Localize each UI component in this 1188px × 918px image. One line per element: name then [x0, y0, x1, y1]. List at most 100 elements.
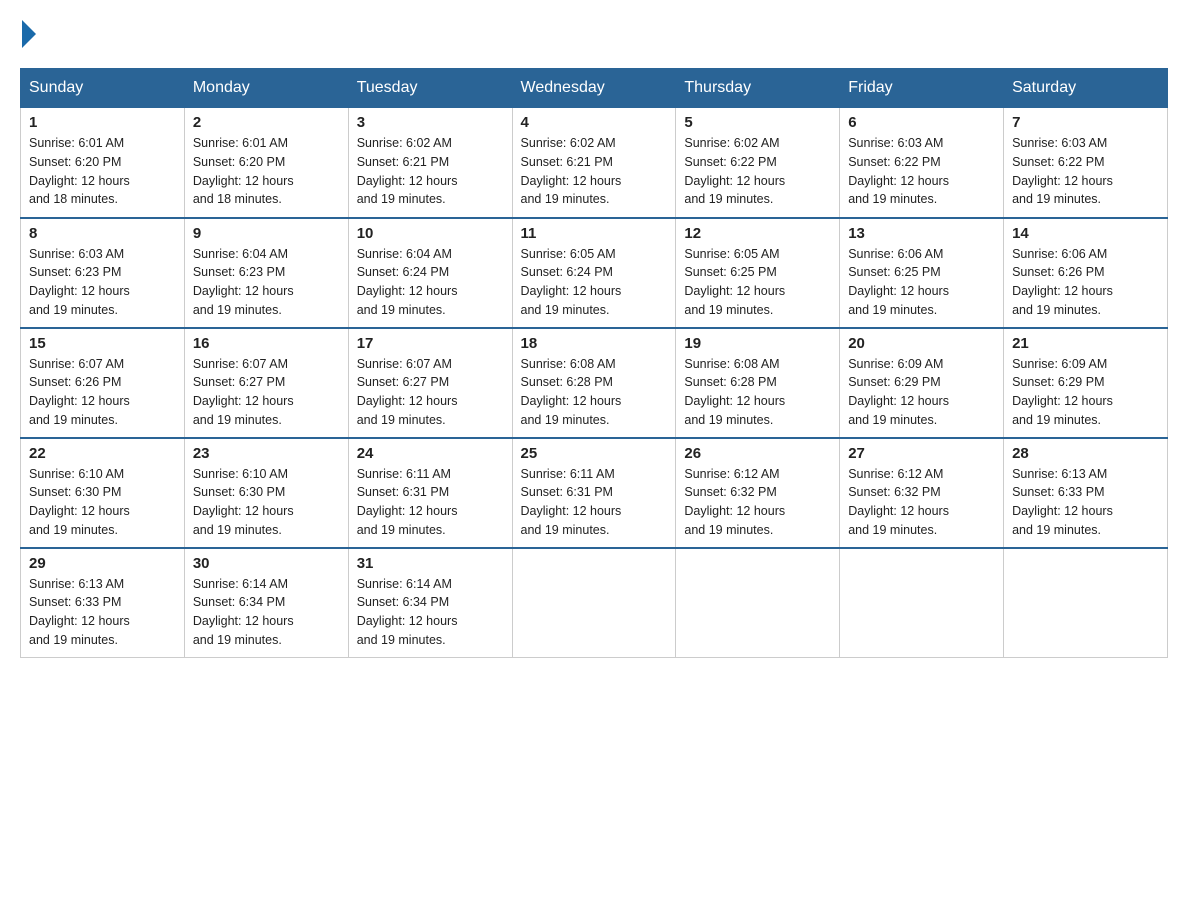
- day-info: Sunrise: 6:14 AMSunset: 6:34 PMDaylight:…: [357, 575, 504, 650]
- calendar-week-row: 8Sunrise: 6:03 AMSunset: 6:23 PMDaylight…: [21, 218, 1168, 328]
- day-number: 20: [848, 335, 995, 352]
- calendar-header-thursday: Thursday: [676, 69, 840, 108]
- day-number: 17: [357, 335, 504, 352]
- calendar-header-saturday: Saturday: [1004, 69, 1168, 108]
- calendar-cell: 14 Sunrise: 6:06 AMSunset: 6:26 PMDayligh…: [1004, 218, 1168, 328]
- day-info: Sunrise: 6:05 AMSunset: 6:25 PMDaylight:…: [684, 245, 831, 320]
- calendar-cell: 15 Sunrise: 6:07 AMSunset: 6:26 PMDayligh…: [21, 328, 185, 438]
- day-info: Sunrise: 6:14 AMSunset: 6:34 PMDaylight:…: [193, 575, 340, 650]
- calendar-cell: 4 Sunrise: 6:02 AMSunset: 6:21 PMDaylight…: [512, 108, 676, 218]
- page-header: [20, 20, 1168, 48]
- day-number: 11: [521, 225, 668, 242]
- day-number: 7: [1012, 114, 1159, 131]
- day-number: 24: [357, 445, 504, 462]
- calendar-cell: 23 Sunrise: 6:10 AMSunset: 6:30 PMDayligh…: [184, 438, 348, 548]
- day-number: 10: [357, 225, 504, 242]
- day-info: Sunrise: 6:01 AMSunset: 6:20 PMDaylight:…: [193, 134, 340, 209]
- calendar-cell: 18Sunrise: 6:08 AMSunset: 6:28 PMDayligh…: [512, 328, 676, 438]
- calendar-cell: 17 Sunrise: 6:07 AMSunset: 6:27 PMDayligh…: [348, 328, 512, 438]
- day-info: Sunrise: 6:02 AMSunset: 6:22 PMDaylight:…: [684, 134, 831, 209]
- calendar-header-friday: Friday: [840, 69, 1004, 108]
- day-number: 19: [684, 335, 831, 352]
- day-info: Sunrise: 6:02 AMSunset: 6:21 PMDaylight:…: [521, 134, 668, 209]
- calendar-cell: 7 Sunrise: 6:03 AMSunset: 6:22 PMDaylight…: [1004, 108, 1168, 218]
- day-info: Sunrise: 6:12 AMSunset: 6:32 PMDaylight:…: [848, 465, 995, 540]
- day-info: Sunrise: 6:02 AMSunset: 6:21 PMDaylight:…: [357, 134, 504, 209]
- calendar-header-tuesday: Tuesday: [348, 69, 512, 108]
- day-number: 4: [521, 114, 668, 131]
- day-number: 13: [848, 225, 995, 242]
- day-info: Sunrise: 6:07 AMSunset: 6:27 PMDaylight:…: [357, 355, 504, 430]
- logo: [20, 20, 38, 48]
- calendar-cell: 19 Sunrise: 6:08 AMSunset: 6:28 PMDayligh…: [676, 328, 840, 438]
- calendar-cell: [512, 548, 676, 658]
- day-number: 14: [1012, 225, 1159, 242]
- calendar-cell: [676, 548, 840, 658]
- day-info: Sunrise: 6:01 AMSunset: 6:20 PMDaylight:…: [29, 134, 176, 209]
- day-number: 22: [29, 445, 176, 462]
- calendar-cell: 5 Sunrise: 6:02 AMSunset: 6:22 PMDaylight…: [676, 108, 840, 218]
- calendar-header-sunday: Sunday: [21, 69, 185, 108]
- day-info: Sunrise: 6:04 AMSunset: 6:23 PMDaylight:…: [193, 245, 340, 320]
- calendar-cell: 13 Sunrise: 6:06 AMSunset: 6:25 PMDayligh…: [840, 218, 1004, 328]
- calendar-header-wednesday: Wednesday: [512, 69, 676, 108]
- calendar-cell: 26Sunrise: 6:12 AMSunset: 6:32 PMDayligh…: [676, 438, 840, 548]
- calendar-cell: 9 Sunrise: 6:04 AMSunset: 6:23 PMDaylight…: [184, 218, 348, 328]
- day-number: 25: [521, 445, 668, 462]
- calendar-cell: [840, 548, 1004, 658]
- calendar-cell: 22 Sunrise: 6:10 AMSunset: 6:30 PMDayligh…: [21, 438, 185, 548]
- calendar-cell: 30 Sunrise: 6:14 AMSunset: 6:34 PMDayligh…: [184, 548, 348, 658]
- day-number: 6: [848, 114, 995, 131]
- day-number: 21: [1012, 335, 1159, 352]
- day-info: Sunrise: 6:10 AMSunset: 6:30 PMDaylight:…: [193, 465, 340, 540]
- day-number: 1: [29, 114, 176, 131]
- day-number: 31: [357, 555, 504, 572]
- day-info: Sunrise: 6:03 AMSunset: 6:22 PMDaylight:…: [848, 134, 995, 209]
- day-info: Sunrise: 6:13 AMSunset: 6:33 PMDaylight:…: [1012, 465, 1159, 540]
- calendar-week-row: 22 Sunrise: 6:10 AMSunset: 6:30 PMDayligh…: [21, 438, 1168, 548]
- calendar-cell: 20 Sunrise: 6:09 AMSunset: 6:29 PMDayligh…: [840, 328, 1004, 438]
- calendar-cell: 11 Sunrise: 6:05 AMSunset: 6:24 PMDayligh…: [512, 218, 676, 328]
- day-number: 5: [684, 114, 831, 131]
- day-info: Sunrise: 6:06 AMSunset: 6:25 PMDaylight:…: [848, 245, 995, 320]
- day-number: 3: [357, 114, 504, 131]
- calendar-cell: 1 Sunrise: 6:01 AMSunset: 6:20 PMDaylight…: [21, 108, 185, 218]
- day-number: 28: [1012, 445, 1159, 462]
- day-info: Sunrise: 6:06 AMSunset: 6:26 PMDaylight:…: [1012, 245, 1159, 320]
- day-info: Sunrise: 6:13 AMSunset: 6:33 PMDaylight:…: [29, 575, 176, 650]
- day-number: 18: [521, 335, 668, 352]
- day-number: 27: [848, 445, 995, 462]
- day-number: 15: [29, 335, 176, 352]
- day-info: Sunrise: 6:03 AMSunset: 6:22 PMDaylight:…: [1012, 134, 1159, 209]
- day-number: 2: [193, 114, 340, 131]
- day-info: Sunrise: 6:10 AMSunset: 6:30 PMDaylight:…: [29, 465, 176, 540]
- calendar-cell: 25 Sunrise: 6:11 AMSunset: 6:31 PMDayligh…: [512, 438, 676, 548]
- calendar-cell: 28 Sunrise: 6:13 AMSunset: 6:33 PMDayligh…: [1004, 438, 1168, 548]
- calendar-cell: 21Sunrise: 6:09 AMSunset: 6:29 PMDayligh…: [1004, 328, 1168, 438]
- day-number: 9: [193, 225, 340, 242]
- day-number: 23: [193, 445, 340, 462]
- day-info: Sunrise: 6:11 AMSunset: 6:31 PMDaylight:…: [521, 465, 668, 540]
- day-number: 16: [193, 335, 340, 352]
- calendar-cell: [1004, 548, 1168, 658]
- day-info: Sunrise: 6:09 AMSunset: 6:29 PMDaylight:…: [848, 355, 995, 430]
- calendar-cell: 31 Sunrise: 6:14 AMSunset: 6:34 PMDayligh…: [348, 548, 512, 658]
- day-number: 29: [29, 555, 176, 572]
- calendar-week-row: 29 Sunrise: 6:13 AMSunset: 6:33 PMDayligh…: [21, 548, 1168, 658]
- calendar-cell: 10 Sunrise: 6:04 AMSunset: 6:24 PMDayligh…: [348, 218, 512, 328]
- calendar-cell: 12Sunrise: 6:05 AMSunset: 6:25 PMDayligh…: [676, 218, 840, 328]
- day-info: Sunrise: 6:12 AMSunset: 6:32 PMDaylight:…: [684, 465, 831, 540]
- calendar-cell: 8Sunrise: 6:03 AMSunset: 6:23 PMDaylight…: [21, 218, 185, 328]
- calendar-cell: 24Sunrise: 6:11 AMSunset: 6:31 PMDayligh…: [348, 438, 512, 548]
- logo-triangle-icon: [22, 20, 36, 48]
- day-info: Sunrise: 6:04 AMSunset: 6:24 PMDaylight:…: [357, 245, 504, 320]
- calendar-cell: 16 Sunrise: 6:07 AMSunset: 6:27 PMDayligh…: [184, 328, 348, 438]
- day-info: Sunrise: 6:08 AMSunset: 6:28 PMDaylight:…: [684, 355, 831, 430]
- calendar-week-row: 15 Sunrise: 6:07 AMSunset: 6:26 PMDayligh…: [21, 328, 1168, 438]
- calendar-cell: 29 Sunrise: 6:13 AMSunset: 6:33 PMDayligh…: [21, 548, 185, 658]
- calendar-header-row: SundayMondayTuesdayWednesdayThursdayFrid…: [21, 69, 1168, 108]
- day-info: Sunrise: 6:05 AMSunset: 6:24 PMDaylight:…: [521, 245, 668, 320]
- day-info: Sunrise: 6:07 AMSunset: 6:26 PMDaylight:…: [29, 355, 176, 430]
- day-info: Sunrise: 6:07 AMSunset: 6:27 PMDaylight:…: [193, 355, 340, 430]
- day-number: 30: [193, 555, 340, 572]
